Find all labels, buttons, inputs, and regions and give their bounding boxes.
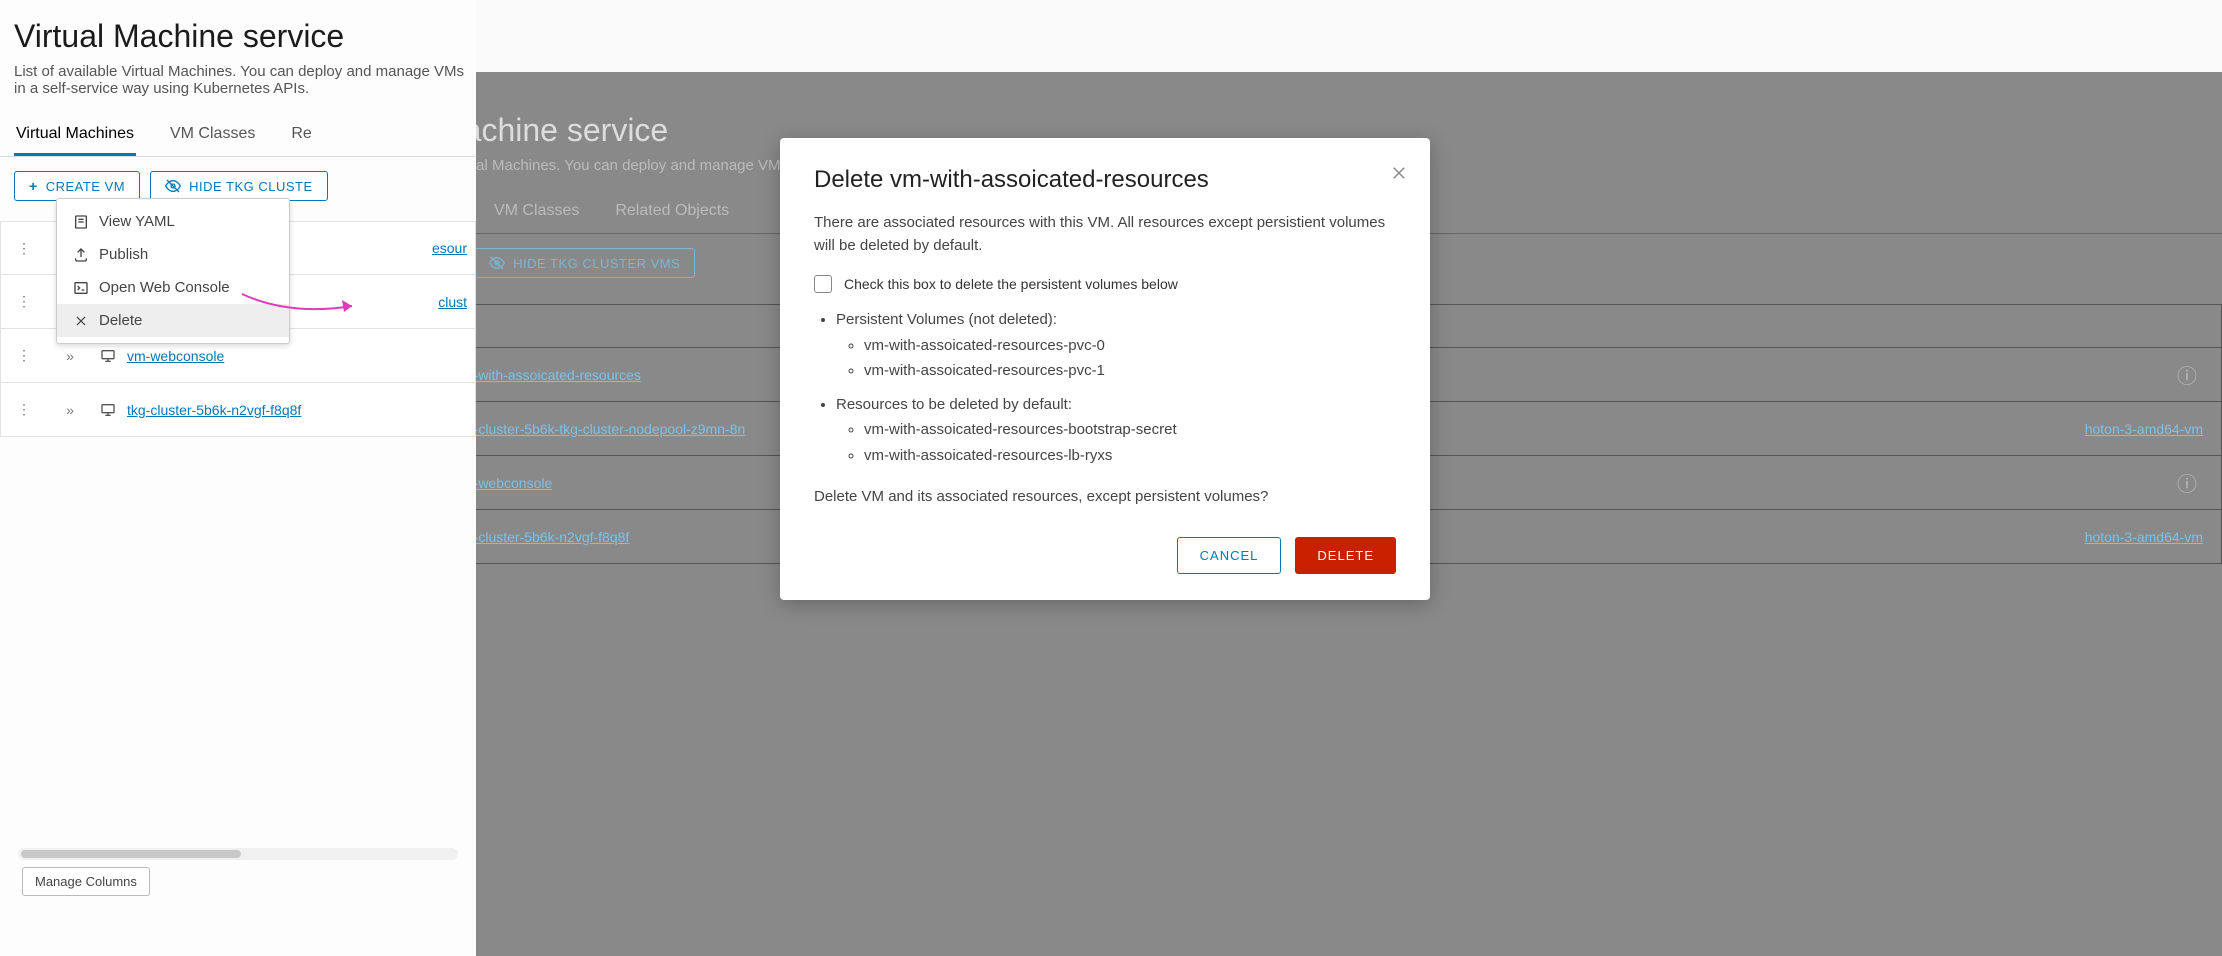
dialog-intro-text: There are associated resources with this… — [814, 212, 1396, 257]
horizontal-scrollbar[interactable] — [18, 848, 458, 860]
row-actions-menu[interactable]: ⋮ — [1, 293, 47, 310]
create-vm-label: CREATE VM — [46, 179, 125, 194]
menu-label: Delete — [99, 312, 142, 329]
eye-off-icon — [165, 178, 181, 194]
row-context-menu: View YAML Publish Open Web Console Delet… — [56, 198, 290, 344]
hide-tkg-label: HIDE TKG CLUSTER VMS — [513, 256, 680, 271]
menu-label: Publish — [99, 246, 148, 263]
document-icon — [73, 214, 89, 230]
plus-icon: + — [29, 178, 38, 194]
tab-virtual-machines[interactable]: Virtual Machines — [14, 125, 136, 156]
pv-item: vm-with-assoicated-resources-pvc-0 — [864, 333, 1396, 359]
vm-name-link[interactable]: tkg-cluster-5b6k-n2vgf-f8q8f — [455, 529, 629, 545]
pv-item: vm-with-assoicated-resources-pvc-1 — [864, 358, 1396, 384]
info-icon[interactable]: ⓘ — [2177, 360, 2197, 389]
row-actions-menu[interactable]: ⋮ — [1, 401, 47, 418]
tab-related-objects-truncated[interactable]: Re — [289, 125, 313, 156]
menu-delete[interactable]: Delete — [57, 304, 289, 337]
image-link[interactable]: hoton-3-amd64-vm — [2085, 421, 2203, 437]
dialog-delete-button[interactable]: DELETE — [1295, 537, 1396, 574]
tab-related-objects[interactable]: Related Objects — [613, 202, 731, 233]
vm-name-link-truncated[interactable]: clust — [438, 294, 467, 310]
eye-off-icon — [489, 255, 505, 271]
page-subtitle: List of available Virtual Machines. You … — [0, 63, 476, 97]
manage-columns-button[interactable]: Manage Columns — [22, 867, 150, 896]
vm-name-link-truncated[interactable]: esour — [432, 240, 467, 256]
hide-tkg-label-truncated: HIDE TKG CLUSTE — [189, 179, 313, 194]
vm-icon — [93, 402, 123, 418]
terminal-icon — [73, 280, 89, 296]
upload-icon — [73, 247, 89, 263]
menu-open-web-console[interactable]: Open Web Console — [57, 271, 289, 304]
menu-label: View YAML — [99, 213, 175, 230]
expand-row-icon[interactable]: » — [47, 348, 93, 364]
vm-name-link[interactable]: vm-with-assoicated-resources — [455, 367, 641, 383]
hide-tkg-button[interactable]: HIDE TKG CLUSTE — [150, 171, 328, 201]
foreground-app: Virtual Machine service List of availabl… — [0, 0, 476, 956]
dialog-title: Delete vm-with-assoicated-resources — [814, 166, 1396, 194]
menu-view-yaml[interactable]: View YAML — [57, 205, 289, 238]
resource-list-header: Resources to be deleted by default: — [836, 392, 1396, 418]
delete-vm-dialog: Delete vm-with-assoicated-resources Ther… — [780, 138, 1430, 600]
expand-row-icon[interactable]: » — [47, 402, 93, 418]
vm-name-link[interactable]: tkg-cluster-5b6k-n2vgf-f8q8f — [127, 402, 301, 418]
delete-pv-checkbox[interactable] — [814, 275, 832, 293]
vm-name-link[interactable]: vm-webconsole — [127, 348, 224, 364]
tab-bar: Virtual Machines VM Classes Re — [0, 97, 476, 157]
dialog-confirm-text: Delete VM and its associated resources, … — [814, 486, 1396, 509]
dialog-cancel-button[interactable]: CANCEL — [1177, 537, 1282, 574]
row-actions-menu[interactable]: ⋮ — [1, 347, 47, 364]
menu-label: Open Web Console — [99, 279, 230, 296]
close-icon — [73, 313, 89, 329]
vm-name-link[interactable]: tkg-cluster-5b6k-tkg-cluster-nodepool-z9… — [455, 421, 745, 437]
pv-list-header: Persistent Volumes (not deleted): — [836, 307, 1396, 333]
tab-vm-classes[interactable]: VM Classes — [492, 202, 581, 233]
image-link[interactable]: hoton-3-amd64-vm — [2085, 529, 2203, 545]
hide-tkg-button[interactable]: HIDE TKG CLUSTER VMS — [474, 248, 695, 278]
resource-item: vm-with-assoicated-resources-lb-ryxs — [864, 443, 1396, 469]
row-actions-menu[interactable]: ⋮ — [1, 240, 47, 257]
resource-item: vm-with-assoicated-resources-bootstrap-s… — [864, 417, 1396, 443]
menu-publish[interactable]: Publish — [57, 238, 289, 271]
tab-vm-classes[interactable]: VM Classes — [168, 125, 257, 156]
checkbox-label: Check this box to delete the persistent … — [844, 276, 1178, 292]
create-vm-button[interactable]: + CREATE VM — [14, 171, 140, 201]
vm-icon — [93, 348, 123, 364]
page-title: Virtual Machine service — [0, 0, 476, 63]
table-row: ⋮ » tkg-cluster-5b6k-n2vgf-f8q8f — [0, 383, 476, 437]
info-icon[interactable]: ⓘ — [2177, 468, 2197, 497]
dialog-close-button[interactable] — [1390, 164, 1408, 182]
